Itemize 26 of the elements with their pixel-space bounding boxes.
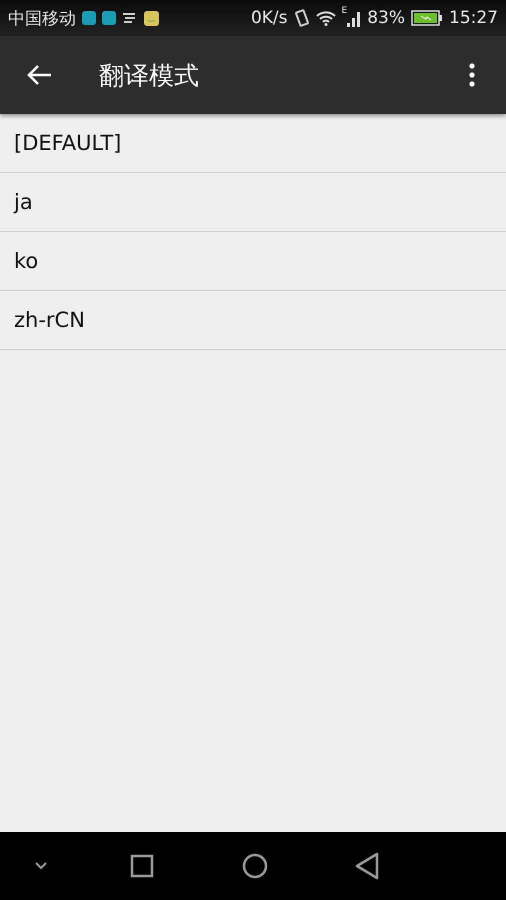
back-arrow-icon (26, 64, 52, 86)
clock: 15:27 (449, 8, 498, 28)
signal-icon (347, 9, 362, 27)
language-item[interactable]: ja (0, 173, 506, 232)
recents-button[interactable] (130, 854, 154, 878)
triangle-icon (354, 852, 380, 880)
network-speed: 0K/s (250, 8, 288, 28)
language-item[interactable]: ko (0, 232, 506, 291)
carrier-name: 中国移动 (8, 8, 76, 30)
square-icon (130, 854, 154, 878)
battery-percent: 83% (367, 8, 405, 28)
smiley-icon (144, 10, 159, 26)
download-icon (82, 11, 96, 25)
wifi-icon (316, 10, 336, 26)
collapse-button[interactable] (34, 861, 48, 871)
home-button[interactable] (242, 853, 268, 879)
language-item[interactable]: zh-rCN (0, 291, 506, 350)
language-item[interactable]: [DEFAULT] (0, 114, 506, 173)
network-type: E (342, 6, 348, 16)
screen-title: 翻译模式 (99, 60, 200, 92)
download-icon (102, 11, 116, 25)
battery-icon (411, 10, 443, 26)
back-nav-button[interactable] (354, 852, 380, 880)
more-options-icon (469, 63, 475, 87)
chevron-down-icon (34, 861, 48, 871)
circle-icon (242, 853, 268, 879)
